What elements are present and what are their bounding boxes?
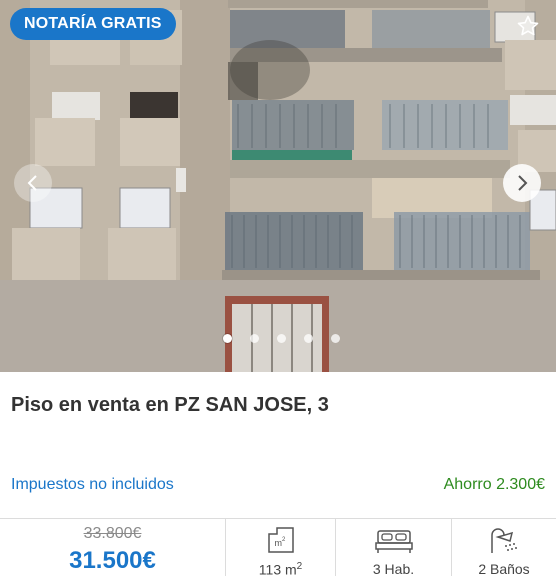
photo-dot[interactable] [250, 334, 259, 343]
star-icon[interactable] [516, 14, 540, 38]
previous-photo-button[interactable] [14, 164, 52, 202]
rooms-feature: 3 Hab. [336, 519, 452, 576]
svg-text:m: m [274, 538, 282, 548]
rooms-value: 3 Hab. [372, 561, 415, 576]
saving-amount: Ahorro 2.300€ [443, 476, 545, 493]
chevron-left-icon [27, 175, 37, 191]
next-photo-button[interactable] [503, 164, 541, 202]
listing-title[interactable]: Piso en venta en PZ SAN JOSE, 3 [11, 394, 329, 417]
chevron-right-icon [518, 175, 528, 191]
photo-dot[interactable] [277, 334, 286, 343]
baths-value: 2 Baños [478, 561, 530, 576]
price-block: 33.800€ 31.500€ [0, 519, 226, 576]
area-feature: m 2 113 m2 [226, 519, 336, 576]
notary-free-badge: NOTARÍA GRATIS [10, 8, 176, 40]
taxes-note: Impuestos no incluidos [11, 476, 174, 493]
old-price: 33.800€ [83, 525, 142, 542]
photo-dot[interactable] [223, 334, 232, 343]
current-price: 31.500€ [69, 547, 156, 574]
building-photo [0, 0, 556, 372]
shower-icon [491, 528, 517, 553]
photo-pagination [0, 334, 556, 343]
features-bar: 33.800€ 31.500€ m 2 113 m2 3 Hab. 2 Baño… [0, 518, 556, 576]
bed-icon [374, 530, 413, 553]
listing-photo[interactable]: NOTARÍA GRATIS [0, 0, 556, 372]
area-value: 113 m2 [258, 561, 303, 576]
svg-text:2: 2 [282, 537, 286, 543]
photo-dot[interactable] [304, 334, 313, 343]
floorplan-m2-icon: m 2 [267, 527, 294, 553]
baths-feature: 2 Baños [452, 519, 556, 576]
photo-dot[interactable] [331, 334, 340, 343]
